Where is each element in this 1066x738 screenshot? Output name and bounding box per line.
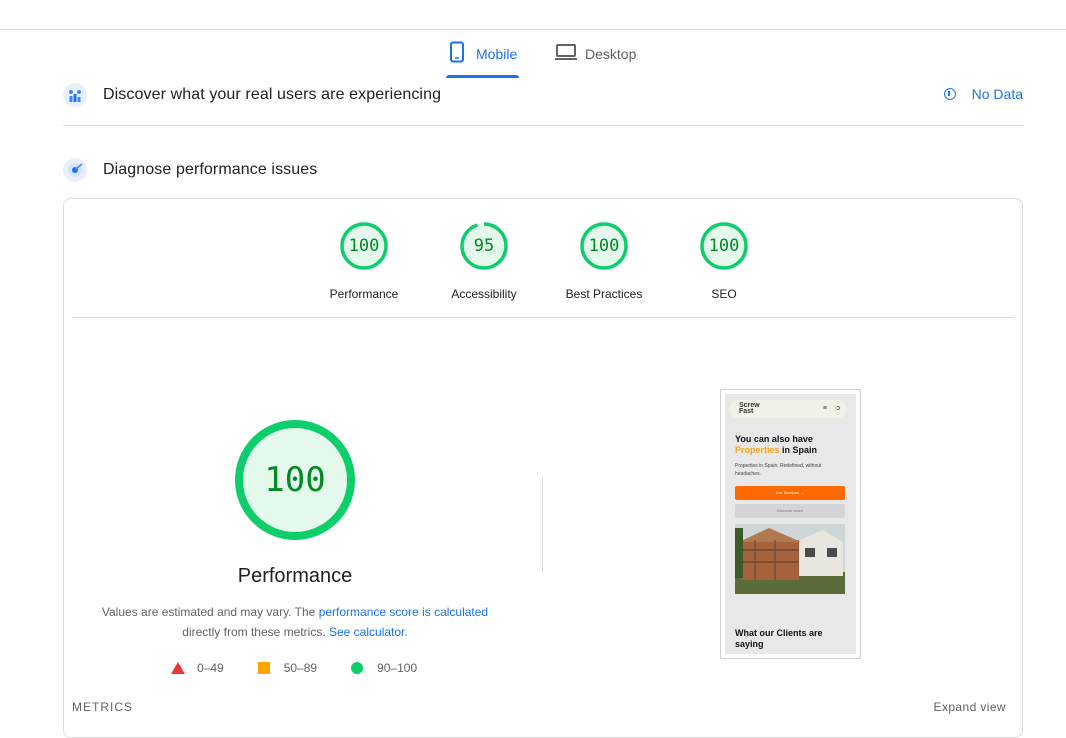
score-ring: 100 xyxy=(579,221,629,271)
preview-house-image xyxy=(735,524,845,594)
lighthouse-icon xyxy=(63,158,87,182)
score-calculated-link[interactable]: performance score is calculated xyxy=(319,605,488,619)
metrics-label: METRICS xyxy=(72,700,133,714)
performance-main-title: Performance xyxy=(237,565,353,587)
see-calculator-link[interactable]: See calculator. xyxy=(329,625,408,639)
info-icon xyxy=(943,88,956,100)
vertical-divider xyxy=(542,477,543,572)
preview-secondary-button: Discover more xyxy=(735,504,845,518)
score-ring: 100 xyxy=(339,221,389,271)
tab-mobile[interactable]: Mobile xyxy=(446,40,519,78)
top-divider xyxy=(0,29,1066,30)
gauge-score: 100 xyxy=(588,236,620,256)
score-legend: 0–49 50–89 90–100 xyxy=(171,661,451,675)
preview-menu-icon: ≡ xyxy=(822,405,827,412)
gauge-label: Accessibility xyxy=(451,287,517,301)
page-preview: Screw Fast ≡ ↄ You can also have Properti… xyxy=(725,394,856,654)
crux-title: Discover what your real users are experi… xyxy=(103,86,442,103)
desc-text-2: directly from these metrics. xyxy=(182,625,326,639)
gauge-label: Performance xyxy=(329,287,399,301)
preview-subtext: Properties in Spain. Redefined, without … xyxy=(735,463,822,477)
gauge-score: 100 xyxy=(708,236,740,256)
performance-main-gauge: 100 xyxy=(234,419,356,541)
final-screenshot[interactable]: Screw Fast ≡ ↄ You can also have Properti… xyxy=(720,389,861,659)
preview-primary-button: Our Services → xyxy=(735,486,845,500)
legend-fail: 0–49 xyxy=(171,661,224,675)
red-triangle-icon xyxy=(171,662,185,674)
expand-view-button[interactable]: Expand view xyxy=(934,700,1006,714)
gauge-score: 100 xyxy=(348,236,380,256)
crux-section-header: Discover what your real users are experi… xyxy=(63,83,1023,107)
legend-average: 50–89 xyxy=(257,661,318,675)
score-ring: 95 xyxy=(459,221,509,271)
gauge-best-practices[interactable]: 100 Best Practices xyxy=(544,221,664,301)
preview-more-icon: ↄ xyxy=(836,405,841,412)
tab-desktop-label: Desktop xyxy=(585,46,637,62)
legend-pass: 90–100 xyxy=(351,661,417,675)
legend-range: 50–89 xyxy=(283,661,318,675)
diagnose-title: Diagnose performance issues xyxy=(103,161,318,178)
gauge-seo[interactable]: 100 SEO xyxy=(664,221,784,301)
preview-logo: Screw Fast xyxy=(739,402,760,415)
no-data-status[interactable]: No Data xyxy=(943,86,1023,102)
device-tabs: Mobile Desktop xyxy=(0,40,1066,78)
performance-main-score: 100 xyxy=(264,460,326,500)
legend-range: 0–49 xyxy=(197,661,224,675)
category-gauges: 100 Performance 95 Accessibility 100 Bes… xyxy=(64,221,1022,301)
no-data-label: No Data xyxy=(971,86,1023,102)
section-divider xyxy=(63,125,1023,126)
gauges-divider xyxy=(72,317,1014,318)
orange-square-icon xyxy=(257,662,270,674)
tab-mobile-label: Mobile xyxy=(476,46,518,62)
gauge-label: SEO xyxy=(711,287,737,301)
laptop-icon xyxy=(555,40,577,64)
desc-text-1: Values are estimated and may vary. The xyxy=(101,605,316,619)
preview-navbar: Screw Fast ≡ ↄ xyxy=(729,400,847,418)
diagnose-section-header: Diagnose performance issues xyxy=(63,158,1023,182)
report-card: 100 Performance 95 Accessibility 100 Bes… xyxy=(63,198,1023,738)
gauge-accessibility[interactable]: 95 Accessibility xyxy=(424,221,544,301)
preview-headline: You can also have Properties in Spain xyxy=(735,434,818,455)
score-description: Values are estimated and may vary. The p… xyxy=(94,602,496,642)
metrics-header: METRICS Expand view xyxy=(72,700,1006,714)
green-circle-icon xyxy=(351,662,364,674)
users-chart-icon xyxy=(63,83,87,107)
mobile-phone-icon xyxy=(446,40,468,64)
gauge-performance[interactable]: 100 Performance xyxy=(304,221,424,301)
preview-footer-heading: What our Clients are saying xyxy=(735,628,823,649)
score-ring: 100 xyxy=(699,221,749,271)
legend-range: 90–100 xyxy=(377,661,418,675)
tab-desktop[interactable]: Desktop xyxy=(555,40,636,78)
gauge-label: Best Practices xyxy=(565,287,643,301)
gauge-score: 95 xyxy=(473,236,495,256)
